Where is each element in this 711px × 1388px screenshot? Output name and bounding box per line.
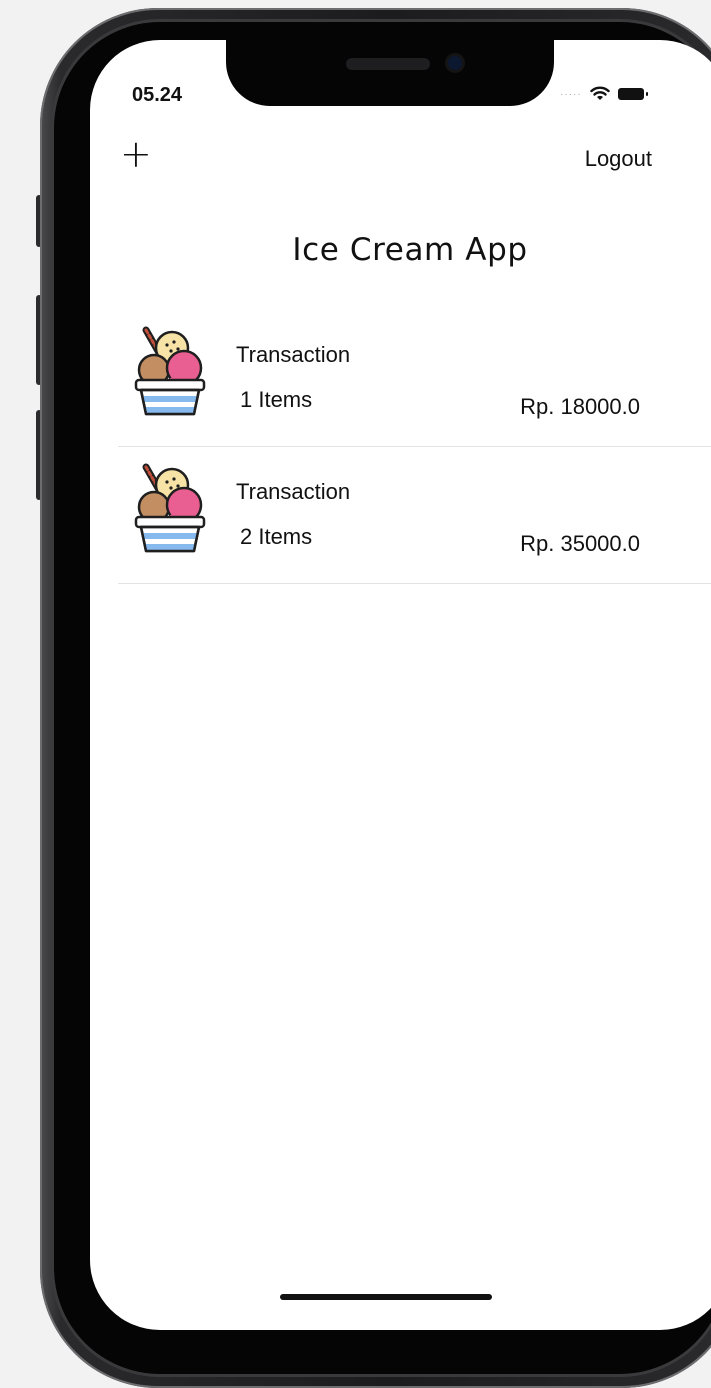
camera [448,56,462,70]
page-title: Ice Cream App [292,232,528,268]
transaction-title: Transaction [236,342,351,367]
transaction-item-count: 2 Items [240,524,313,549]
app-screen: 05.24 ····· + Logout Ice Cream App Trans… [90,40,711,1330]
battery-icon [617,88,648,100]
wifi-icon [589,86,610,100]
speaker [346,58,430,70]
ice-cream-cup-icon [134,463,206,553]
ice-cream-cup-icon [134,326,206,416]
notch [226,40,554,106]
transaction-price: Rp. 35000.0 [520,531,640,556]
status-time: 05.24 [132,84,183,106]
transaction-item-count: 1 Items [240,387,313,412]
home-indicator[interactable] [280,1294,492,1300]
transaction-list: Transaction 1 Items Rp. 18000.0 Transact… [118,310,711,584]
signal-icon: ····· [560,88,582,100]
logout-button[interactable]: Logout [585,146,652,172]
status-icons: ····· [560,84,648,104]
transaction-title: Transaction [236,479,351,504]
transaction-item-2[interactable]: Transaction 2 Items Rp. 35000.0 [118,447,711,584]
transaction-item-1[interactable]: Transaction 1 Items Rp. 18000.0 [118,310,711,447]
transaction-price: Rp. 18000.0 [520,394,640,419]
add-button[interactable]: + [120,135,152,173]
